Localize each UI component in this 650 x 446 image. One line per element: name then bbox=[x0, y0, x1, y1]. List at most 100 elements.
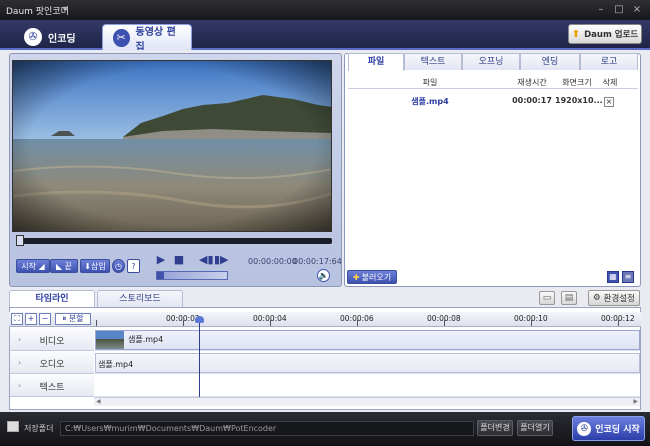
video-preview[interactable] bbox=[12, 60, 332, 232]
download-icon: ⬇ bbox=[84, 261, 91, 271]
ruler-tick bbox=[618, 320, 619, 326]
prev-frame-icon[interactable]: ◀▮ bbox=[199, 253, 214, 267]
ruler-tick bbox=[531, 320, 532, 326]
menu-dropdown-icon[interactable]: ▾ bbox=[58, 3, 72, 16]
help-label: ? bbox=[131, 261, 136, 271]
tab-video-edit-label: 동영상 편집 bbox=[135, 26, 176, 53]
open-folder-button[interactable]: 폴더열기 bbox=[517, 420, 553, 436]
close-icon[interactable]: × bbox=[630, 3, 644, 16]
tab-ending[interactable]: 엔딩 bbox=[520, 53, 580, 70]
change-folder-button[interactable]: 폴더변경 bbox=[477, 420, 513, 436]
ruler-tick bbox=[357, 320, 358, 326]
load-files-button[interactable]: ✚ 불러오기 bbox=[347, 270, 397, 284]
minimize-icon[interactable]: – bbox=[594, 3, 608, 16]
tab-logo[interactable]: 로고 bbox=[580, 53, 638, 70]
tab-opening[interactable]: 오프닝 bbox=[462, 53, 520, 70]
current-time: 00:00:00:00 bbox=[248, 257, 297, 266]
tab-timeline[interactable]: 타임라인 bbox=[9, 290, 95, 307]
scroll-right-icon[interactable]: ▶ bbox=[633, 398, 638, 405]
zoom-in-icon[interactable]: + bbox=[25, 313, 37, 325]
maximize-icon[interactable]: □ bbox=[612, 3, 626, 16]
delete-row-button[interactable]: × bbox=[604, 97, 614, 107]
track-video[interactable]: 샘플.mp4 bbox=[95, 329, 640, 351]
timeline-scrollbar[interactable]: ◀ ▶ bbox=[94, 397, 640, 406]
tab-file[interactable]: 파일 bbox=[348, 53, 404, 71]
daum-upload-button[interactable]: ⬆ Daum 업로드 bbox=[568, 24, 642, 44]
audio-clip-label: 샘플.mp4 bbox=[98, 360, 134, 369]
save-folder-label: 저장폴더 bbox=[24, 424, 54, 433]
track-label-video[interactable]: › 비디오 bbox=[10, 329, 94, 351]
save-icon[interactable]: ▤ bbox=[561, 291, 577, 305]
gear-icon: ⚙ bbox=[593, 293, 601, 303]
grid-view-icon[interactable]: ▦ bbox=[607, 271, 619, 283]
video-clip-label: 샘플.mp4 bbox=[128, 335, 164, 344]
video-frame-image bbox=[13, 61, 331, 231]
split-label: 분할 bbox=[68, 314, 84, 323]
set-start-label: 시작 bbox=[21, 261, 37, 271]
settings-label: 환경설정 bbox=[603, 294, 635, 304]
tab-video-edit[interactable]: ✂ 동영상 편집 bbox=[102, 24, 192, 53]
seek-handle[interactable] bbox=[16, 235, 24, 246]
track-audio[interactable]: 샘플.mp4 bbox=[95, 352, 640, 374]
daum-upload-label: Daum 업로드 bbox=[584, 30, 639, 40]
header-delete: 삭제 bbox=[602, 78, 618, 87]
film-reel-icon: ✇ bbox=[577, 421, 592, 436]
start-encoding-label: 인코딩 시작 bbox=[595, 425, 640, 435]
title-bar: Daum 팟인코더 ▾ – □ × bbox=[0, 0, 650, 20]
tab-text[interactable]: 텍스트 bbox=[404, 53, 462, 70]
header-duration: 재생시간 bbox=[517, 78, 547, 87]
zoom-out-icon[interactable]: − bbox=[39, 313, 51, 325]
next-frame-icon[interactable]: ▮▶ bbox=[214, 253, 229, 267]
split-icon: ⏸ bbox=[62, 314, 67, 323]
upload-arrow-icon: ⬆ bbox=[571, 28, 581, 40]
seek-bar[interactable] bbox=[16, 235, 332, 246]
row-file: 샘플.mp4 bbox=[411, 97, 449, 106]
clip-thumbnail bbox=[96, 331, 124, 349]
volume-slider[interactable] bbox=[156, 271, 228, 280]
list-view-icon[interactable]: ≡ bbox=[622, 271, 634, 283]
scroll-left-icon[interactable]: ◀ bbox=[96, 398, 101, 405]
help-button[interactable]: ? bbox=[127, 259, 140, 273]
set-end-button[interactable]: ◣ 끝 bbox=[50, 259, 78, 273]
speaker-icon[interactable]: 🔈 bbox=[317, 269, 330, 282]
folder-icon[interactable]: ▭ bbox=[539, 291, 555, 305]
stop-icon[interactable]: ■ bbox=[172, 253, 186, 267]
settings-button[interactable]: ⚙ 환경설정 bbox=[588, 290, 640, 306]
track-text[interactable] bbox=[95, 375, 640, 397]
film-reel-icon: ✇ bbox=[24, 28, 42, 46]
ruler-tick bbox=[444, 320, 445, 326]
load-files-label: 불러오기 bbox=[361, 272, 392, 282]
plus-icon: ✚ bbox=[352, 272, 360, 282]
tab-storyboard[interactable]: 스토리보드 bbox=[97, 290, 183, 307]
split-button[interactable]: ⏸ 분할 bbox=[55, 313, 91, 325]
save-path-field[interactable]: C:₩Users₩murim₩Documents₩Daum₩PotEncoder bbox=[60, 421, 474, 436]
playhead-handle[interactable] bbox=[195, 316, 204, 323]
main-tab-bar bbox=[0, 20, 650, 50]
start-encoding-button[interactable]: ✇ 인코딩 시작 bbox=[572, 416, 645, 441]
playhead[interactable] bbox=[195, 316, 204, 397]
ruler-tick bbox=[270, 320, 271, 326]
total-time: 00:00:17:64 bbox=[293, 257, 342, 266]
insert-label: 삽입 bbox=[90, 261, 106, 271]
ruler-tick bbox=[183, 320, 184, 326]
track-text-name: 텍스트 bbox=[39, 383, 65, 393]
ruler-tick bbox=[96, 320, 97, 326]
video-clip[interactable]: 샘플.mp4 bbox=[95, 330, 640, 350]
play-icon[interactable]: ▶ bbox=[154, 253, 168, 267]
set-start-button[interactable]: 시작 ◢ bbox=[16, 259, 50, 273]
folder-icon bbox=[7, 421, 19, 432]
fit-icon[interactable]: ⛶ bbox=[11, 313, 23, 325]
tab-encoding[interactable]: ✇ 인코딩 bbox=[14, 24, 86, 50]
insert-button[interactable]: ⬇ 삽입 bbox=[80, 259, 110, 273]
scissors-icon: ✂ bbox=[113, 28, 130, 47]
tab-encoding-label: 인코딩 bbox=[48, 33, 76, 45]
clock-icon[interactable]: ◷ bbox=[112, 259, 125, 273]
track-video-name: 비디오 bbox=[39, 337, 65, 347]
header-size: 화면크기 bbox=[562, 78, 592, 87]
track-label-audio[interactable]: › 오디오 bbox=[10, 352, 94, 374]
audio-clip[interactable]: 샘플.mp4 bbox=[95, 353, 640, 373]
track-audio-name: 오디오 bbox=[39, 360, 65, 370]
row-duration: 00:00:17 bbox=[512, 96, 552, 105]
set-end-label: 끝 bbox=[64, 261, 73, 271]
track-label-text[interactable]: › 텍스트 bbox=[10, 375, 94, 397]
